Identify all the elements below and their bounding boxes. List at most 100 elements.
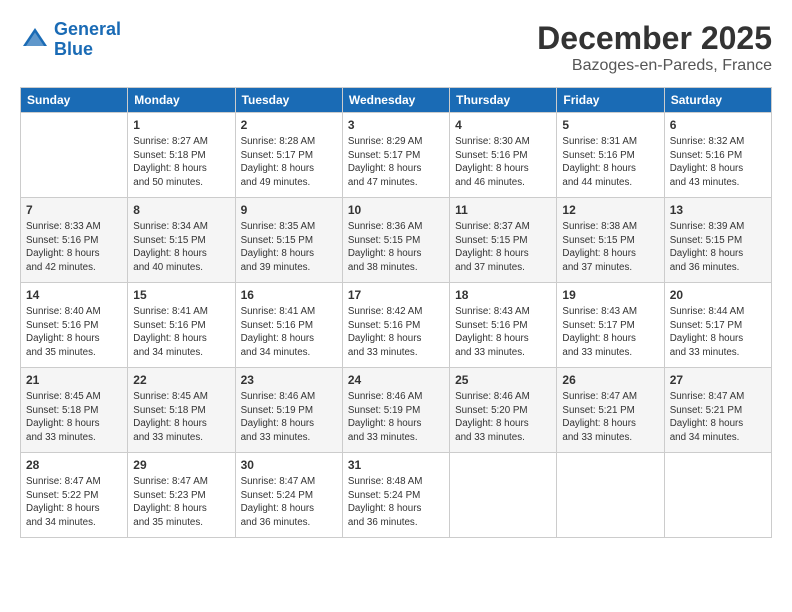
cell-content: Sunrise: 8:36 AM Sunset: 5:15 PM Dayligh…: [348, 220, 444, 275]
calendar-cell: 4Sunrise: 8:30 AM Sunset: 5:16 PM Daylig…: [450, 113, 557, 198]
calendar-cell: 11Sunrise: 8:37 AM Sunset: 5:15 PM Dayli…: [450, 198, 557, 283]
calendar-cell: 21Sunrise: 8:45 AM Sunset: 5:18 PM Dayli…: [21, 368, 128, 453]
calendar-cell: 14Sunrise: 8:40 AM Sunset: 5:16 PM Dayli…: [21, 283, 128, 368]
calendar-cell: 20Sunrise: 8:44 AM Sunset: 5:17 PM Dayli…: [664, 283, 771, 368]
day-number: 7: [26, 202, 122, 219]
day-number: 31: [348, 457, 444, 474]
calendar-cell: 27Sunrise: 8:47 AM Sunset: 5:21 PM Dayli…: [664, 368, 771, 453]
header-cell-wednesday: Wednesday: [342, 88, 449, 113]
header-cell-monday: Monday: [128, 88, 235, 113]
cell-content: Sunrise: 8:37 AM Sunset: 5:15 PM Dayligh…: [455, 220, 551, 275]
calendar-cell: [557, 453, 664, 538]
cell-content: Sunrise: 8:46 AM Sunset: 5:19 PM Dayligh…: [241, 390, 337, 445]
cell-content: Sunrise: 8:35 AM Sunset: 5:15 PM Dayligh…: [241, 220, 337, 275]
header-cell-sunday: Sunday: [21, 88, 128, 113]
calendar-cell: 31Sunrise: 8:48 AM Sunset: 5:24 PM Dayli…: [342, 453, 449, 538]
calendar-cell: 13Sunrise: 8:39 AM Sunset: 5:15 PM Dayli…: [664, 198, 771, 283]
week-row: 28Sunrise: 8:47 AM Sunset: 5:22 PM Dayli…: [21, 453, 772, 538]
day-number: 1: [133, 117, 229, 134]
day-number: 19: [562, 287, 658, 304]
day-number: 28: [26, 457, 122, 474]
day-number: 23: [241, 372, 337, 389]
day-number: 6: [670, 117, 766, 134]
calendar-cell: 24Sunrise: 8:46 AM Sunset: 5:19 PM Dayli…: [342, 368, 449, 453]
cell-content: Sunrise: 8:46 AM Sunset: 5:20 PM Dayligh…: [455, 390, 551, 445]
day-number: 17: [348, 287, 444, 304]
calendar-cell: 9Sunrise: 8:35 AM Sunset: 5:15 PM Daylig…: [235, 198, 342, 283]
logo-icon: [20, 25, 50, 55]
week-row: 21Sunrise: 8:45 AM Sunset: 5:18 PM Dayli…: [21, 368, 772, 453]
cell-content: Sunrise: 8:38 AM Sunset: 5:15 PM Dayligh…: [562, 220, 658, 275]
calendar-cell: 29Sunrise: 8:47 AM Sunset: 5:23 PM Dayli…: [128, 453, 235, 538]
cell-content: Sunrise: 8:28 AM Sunset: 5:17 PM Dayligh…: [241, 135, 337, 190]
header-row: SundayMondayTuesdayWednesdayThursdayFrid…: [21, 88, 772, 113]
cell-content: Sunrise: 8:47 AM Sunset: 5:23 PM Dayligh…: [133, 475, 229, 530]
header: General Blue December 2025 Bazoges-en-Pa…: [20, 20, 772, 75]
calendar-cell: 17Sunrise: 8:42 AM Sunset: 5:16 PM Dayli…: [342, 283, 449, 368]
logo-text: General Blue: [54, 20, 121, 60]
cell-content: Sunrise: 8:47 AM Sunset: 5:22 PM Dayligh…: [26, 475, 122, 530]
calendar-cell: 22Sunrise: 8:45 AM Sunset: 5:18 PM Dayli…: [128, 368, 235, 453]
day-number: 5: [562, 117, 658, 134]
cell-content: Sunrise: 8:34 AM Sunset: 5:15 PM Dayligh…: [133, 220, 229, 275]
day-number: 11: [455, 202, 551, 219]
week-row: 1Sunrise: 8:27 AM Sunset: 5:18 PM Daylig…: [21, 113, 772, 198]
calendar-table: SundayMondayTuesdayWednesdayThursdayFrid…: [20, 87, 772, 538]
day-number: 4: [455, 117, 551, 134]
week-row: 7Sunrise: 8:33 AM Sunset: 5:16 PM Daylig…: [21, 198, 772, 283]
day-number: 15: [133, 287, 229, 304]
day-number: 16: [241, 287, 337, 304]
cell-content: Sunrise: 8:30 AM Sunset: 5:16 PM Dayligh…: [455, 135, 551, 190]
day-number: 29: [133, 457, 229, 474]
cell-content: Sunrise: 8:33 AM Sunset: 5:16 PM Dayligh…: [26, 220, 122, 275]
week-row: 14Sunrise: 8:40 AM Sunset: 5:16 PM Dayli…: [21, 283, 772, 368]
title-area: December 2025 Bazoges-en-Pareds, France: [537, 20, 772, 75]
calendar-cell: [664, 453, 771, 538]
day-number: 14: [26, 287, 122, 304]
day-number: 20: [670, 287, 766, 304]
calendar-cell: 5Sunrise: 8:31 AM Sunset: 5:16 PM Daylig…: [557, 113, 664, 198]
header-cell-tuesday: Tuesday: [235, 88, 342, 113]
cell-content: Sunrise: 8:43 AM Sunset: 5:17 PM Dayligh…: [562, 305, 658, 360]
calendar-cell: 30Sunrise: 8:47 AM Sunset: 5:24 PM Dayli…: [235, 453, 342, 538]
header-cell-thursday: Thursday: [450, 88, 557, 113]
cell-content: Sunrise: 8:47 AM Sunset: 5:21 PM Dayligh…: [670, 390, 766, 445]
cell-content: Sunrise: 8:32 AM Sunset: 5:16 PM Dayligh…: [670, 135, 766, 190]
day-number: 27: [670, 372, 766, 389]
cell-content: Sunrise: 8:43 AM Sunset: 5:16 PM Dayligh…: [455, 305, 551, 360]
calendar-cell: 8Sunrise: 8:34 AM Sunset: 5:15 PM Daylig…: [128, 198, 235, 283]
calendar-cell: 23Sunrise: 8:46 AM Sunset: 5:19 PM Dayli…: [235, 368, 342, 453]
day-number: 30: [241, 457, 337, 474]
day-number: 24: [348, 372, 444, 389]
day-number: 10: [348, 202, 444, 219]
cell-content: Sunrise: 8:47 AM Sunset: 5:21 PM Dayligh…: [562, 390, 658, 445]
calendar-cell: 18Sunrise: 8:43 AM Sunset: 5:16 PM Dayli…: [450, 283, 557, 368]
cell-content: Sunrise: 8:42 AM Sunset: 5:16 PM Dayligh…: [348, 305, 444, 360]
page-container: General Blue December 2025 Bazoges-en-Pa…: [0, 0, 792, 548]
header-cell-friday: Friday: [557, 88, 664, 113]
cell-content: Sunrise: 8:44 AM Sunset: 5:17 PM Dayligh…: [670, 305, 766, 360]
calendar-cell: 12Sunrise: 8:38 AM Sunset: 5:15 PM Dayli…: [557, 198, 664, 283]
cell-content: Sunrise: 8:45 AM Sunset: 5:18 PM Dayligh…: [133, 390, 229, 445]
calendar-cell: 3Sunrise: 8:29 AM Sunset: 5:17 PM Daylig…: [342, 113, 449, 198]
calendar-cell: 10Sunrise: 8:36 AM Sunset: 5:15 PM Dayli…: [342, 198, 449, 283]
cell-content: Sunrise: 8:47 AM Sunset: 5:24 PM Dayligh…: [241, 475, 337, 530]
calendar-cell: 7Sunrise: 8:33 AM Sunset: 5:16 PM Daylig…: [21, 198, 128, 283]
day-number: 3: [348, 117, 444, 134]
calendar-cell: 6Sunrise: 8:32 AM Sunset: 5:16 PM Daylig…: [664, 113, 771, 198]
location-title: Bazoges-en-Pareds, France: [537, 57, 772, 75]
calendar-cell: 1Sunrise: 8:27 AM Sunset: 5:18 PM Daylig…: [128, 113, 235, 198]
calendar-cell: 19Sunrise: 8:43 AM Sunset: 5:17 PM Dayli…: [557, 283, 664, 368]
day-number: 25: [455, 372, 551, 389]
day-number: 22: [133, 372, 229, 389]
day-number: 18: [455, 287, 551, 304]
cell-content: Sunrise: 8:41 AM Sunset: 5:16 PM Dayligh…: [133, 305, 229, 360]
calendar-cell: 15Sunrise: 8:41 AM Sunset: 5:16 PM Dayli…: [128, 283, 235, 368]
cell-content: Sunrise: 8:45 AM Sunset: 5:18 PM Dayligh…: [26, 390, 122, 445]
cell-content: Sunrise: 8:39 AM Sunset: 5:15 PM Dayligh…: [670, 220, 766, 275]
cell-content: Sunrise: 8:27 AM Sunset: 5:18 PM Dayligh…: [133, 135, 229, 190]
day-number: 13: [670, 202, 766, 219]
calendar-cell: 28Sunrise: 8:47 AM Sunset: 5:22 PM Dayli…: [21, 453, 128, 538]
day-number: 12: [562, 202, 658, 219]
day-number: 8: [133, 202, 229, 219]
